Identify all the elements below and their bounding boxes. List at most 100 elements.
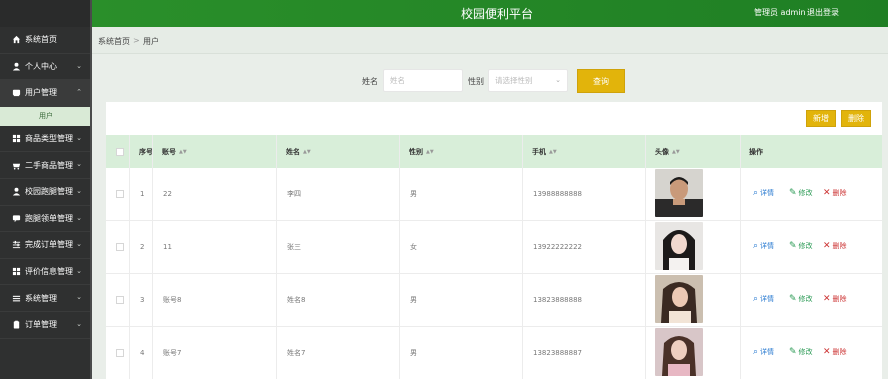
current-user: 管理员 admin (754, 8, 806, 17)
sidebar-item-product-type[interactable]: 商品类型管理 ⌄ (0, 126, 92, 153)
edit-label: 修改 (798, 242, 813, 250)
checkbox[interactable] (116, 190, 124, 198)
delete-row-button[interactable]: ✕ 删除 (823, 294, 847, 304)
sidebar-item-completed-order[interactable]: 完成订单管理 ⌄ (0, 232, 92, 259)
row-name: 李四 (287, 190, 301, 198)
avatar (655, 275, 703, 323)
header-index: 序号 (139, 147, 153, 156)
header-avatar[interactable]: 头像 ▲▼ (655, 135, 680, 168)
edit-label: 修改 (798, 348, 813, 356)
detail-button[interactable]: ⌕ 详情 (753, 188, 774, 198)
row-index: 4 (140, 349, 145, 357)
sidebar-item-errand-order[interactable]: 跑腿领单管理 ⌄ (0, 206, 92, 233)
name-search-input[interactable]: 姓名 (383, 69, 463, 92)
delete-label: 删除 (832, 295, 847, 303)
header-name[interactable]: 姓名 ▲▼ (286, 135, 311, 168)
user-card-icon (11, 88, 21, 98)
edit-button[interactable]: ✎ 修改 (789, 347, 813, 357)
query-button[interactable]: 查询 (577, 69, 625, 93)
edit-button[interactable]: ✎ 修改 (789, 294, 813, 304)
sidebar-subitem-user[interactable]: 用户 (0, 106, 92, 126)
gender-select-placeholder: 请选择性别 (495, 76, 533, 85)
delete-button[interactable]: 删除 (841, 110, 871, 127)
avatar (655, 328, 703, 376)
chevron-down-icon: ⌄ (76, 61, 82, 70)
row-index: 3 (140, 296, 145, 304)
sort-icon: ▲▼ (549, 148, 557, 155)
detail-button[interactable]: ⌕ 详情 (753, 241, 774, 251)
breadcrumb-home[interactable]: 系统首页 (98, 36, 130, 47)
delete-row-button[interactable]: ✕ 删除 (823, 241, 847, 251)
edit-button[interactable]: ✎ 修改 (789, 188, 813, 198)
sidebar-item-user-management[interactable]: 用户管理 ⌃ (0, 80, 92, 107)
sidebar-item-label: 二手商品管理 (25, 160, 73, 170)
header-account[interactable]: 账号 ▲▼ (162, 135, 187, 168)
detail-label: 详情 (760, 189, 775, 197)
table-row: 4 账号7 姓名7 男 13823888887 ⌕ 详情 ✎ 修改 ✕ 删除 (106, 327, 882, 379)
close-icon: ✕ (823, 347, 831, 357)
row-phone: 13922222222 (533, 243, 582, 251)
select-all-checkbox[interactable] (116, 135, 124, 168)
sliders-icon (11, 240, 21, 250)
delete-label: 删除 (832, 348, 847, 356)
search-icon: ⌕ (753, 241, 759, 251)
app-title: 校园便利平台 (461, 7, 534, 21)
edit-button[interactable]: ✎ 修改 (789, 241, 813, 251)
gender-select[interactable]: 请选择性别 ⌄ (488, 69, 568, 92)
detail-button[interactable]: ⌕ 详情 (753, 294, 774, 304)
header-phone[interactable]: 手机 ▲▼ (532, 135, 557, 168)
sidebar-item-system[interactable]: 系统管理 ⌄ (0, 285, 92, 312)
close-icon: ✕ (823, 188, 831, 198)
search-icon: ⌕ (753, 294, 759, 304)
edit-icon: ✎ (789, 188, 797, 198)
sidebar-item-orders[interactable]: 订单管理 ⌄ (0, 312, 92, 339)
header-name-label: 姓名 (286, 147, 300, 156)
row-checkbox[interactable] (116, 327, 124, 379)
delete-label: 删除 (832, 242, 847, 250)
sidebar-item-second-hand[interactable]: 二手商品管理 ⌄ (0, 152, 92, 179)
detail-button[interactable]: ⌕ 详情 (753, 347, 774, 357)
edit-label: 修改 (798, 295, 813, 303)
name-label: 姓名 (362, 77, 378, 86)
chevron-down-icon: ⌄ (76, 319, 82, 328)
sidebar-item-errand[interactable]: 校园跑腿管理 ⌄ (0, 179, 92, 206)
sort-icon: ▲▼ (179, 148, 187, 155)
edit-icon: ✎ (789, 294, 797, 304)
chevron-down-icon: ⌄ (76, 266, 82, 275)
sidebar-item-label: 校园跑腿管理 (25, 187, 73, 197)
detail-label: 详情 (760, 348, 775, 356)
row-name: 姓名8 (287, 296, 306, 304)
close-icon: ✕ (823, 241, 831, 251)
chevron-down-icon: ⌄ (76, 133, 82, 142)
row-phone: 13823888887 (533, 349, 582, 357)
table-row: 1 22 李四 男 13988888888 ⌕ 详情 ✎ 修改 ✕ 删除 (106, 168, 882, 221)
sidebar-item-review[interactable]: 评价信息管理 ⌄ (0, 259, 92, 286)
sidebar-item-label: 完成订单管理 (25, 240, 73, 250)
delete-row-button[interactable]: ✕ 删除 (823, 188, 847, 198)
avatar (655, 222, 703, 270)
edit-icon: ✎ (789, 241, 797, 251)
menu-icon (11, 293, 21, 303)
row-checkbox[interactable] (116, 274, 124, 326)
breadcrumb: 系统首页 > 用户 (92, 27, 888, 54)
detail-label: 详情 (760, 242, 775, 250)
header-gender[interactable]: 性别 ▲▼ (409, 135, 434, 168)
avatar (655, 169, 703, 217)
delete-row-button[interactable]: ✕ 删除 (823, 347, 847, 357)
header-phone-label: 手机 (532, 147, 546, 156)
checkbox[interactable] (116, 296, 124, 304)
breadcrumb-separator: > (133, 36, 140, 45)
sort-icon: ▲▼ (672, 148, 680, 155)
checkbox[interactable] (116, 147, 124, 156)
logout-link[interactable]: 退出登录 (807, 7, 839, 18)
row-checkbox[interactable] (116, 221, 124, 273)
sidebar-item-home[interactable]: 系统首页 (0, 27, 92, 54)
sidebar-item-label: 用户管理 (25, 88, 57, 98)
checkbox[interactable] (116, 243, 124, 251)
sidebar-item-profile[interactable]: 个人中心 ⌄ (0, 54, 92, 81)
checkbox[interactable] (116, 349, 124, 357)
row-account: 11 (163, 243, 172, 251)
row-checkbox[interactable] (116, 168, 124, 220)
sidebar: 系统首页 个人中心 ⌄ 用户管理 ⌃ 用户 商品类型管理 ⌄ 二手商品管理 ⌄ … (0, 0, 92, 379)
add-button[interactable]: 新增 (806, 110, 836, 127)
